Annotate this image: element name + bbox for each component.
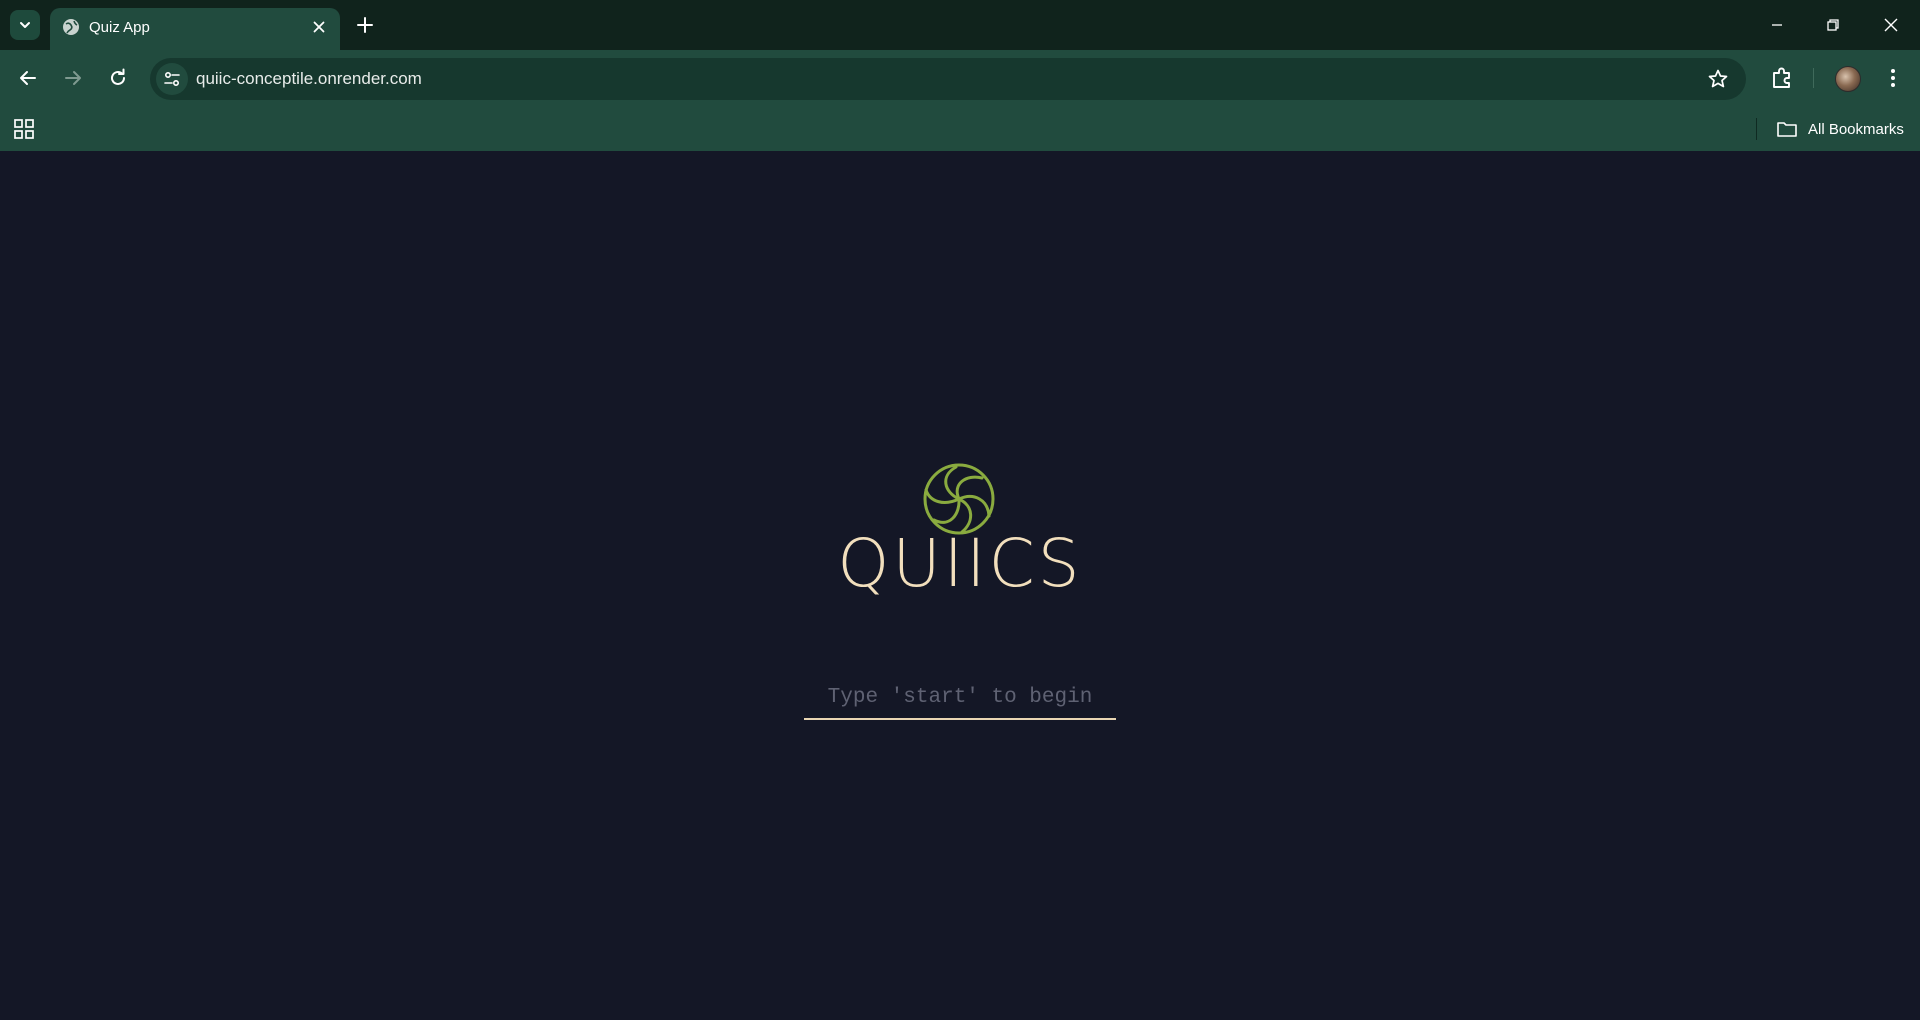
tab-search-button[interactable] xyxy=(10,10,40,40)
restore-icon[interactable] xyxy=(1820,12,1846,38)
all-bookmarks-label: All Bookmarks xyxy=(1808,120,1904,138)
apps-grid-icon[interactable] xyxy=(12,117,36,141)
chevron-down-icon xyxy=(20,22,30,28)
tab-active[interactable]: Quiz App xyxy=(50,8,340,50)
profile-avatar[interactable] xyxy=(1835,66,1861,92)
tune-icon xyxy=(164,71,180,87)
close-icon[interactable] xyxy=(310,18,328,36)
bookmark-star-icon[interactable] xyxy=(1706,67,1730,91)
minimize-icon[interactable] xyxy=(1764,12,1790,38)
quiz-app-page: QUIICS xyxy=(0,151,1920,1020)
globe-icon xyxy=(63,19,79,35)
toolbar-separator xyxy=(1813,68,1814,88)
back-arrow-icon[interactable] xyxy=(15,65,41,91)
start-command-input[interactable] xyxy=(804,676,1116,720)
reload-icon[interactable] xyxy=(105,65,131,91)
address-bar[interactable]: quiic-conceptile.onrender.com xyxy=(150,58,1746,100)
forward-arrow-icon[interactable] xyxy=(60,65,86,91)
folder-icon xyxy=(1777,122,1797,137)
toolbar: quiic-conceptile.onrender.com xyxy=(0,50,1920,107)
bookmarks-bar: All Bookmarks xyxy=(0,107,1920,151)
more-menu-icon[interactable] xyxy=(1883,65,1903,91)
url-text[interactable]: quiic-conceptile.onrender.com xyxy=(196,69,422,89)
extensions-puzzle-icon[interactable] xyxy=(1768,64,1796,92)
tab-title: Quiz App xyxy=(89,19,150,36)
browser-chrome: Quiz App quiic-conceptile.onrender.com A… xyxy=(0,0,1920,151)
window-close-icon[interactable] xyxy=(1878,12,1904,38)
tab-strip: Quiz App xyxy=(0,0,1920,50)
new-tab-plus-icon[interactable] xyxy=(353,13,377,37)
all-bookmarks-button[interactable]: All Bookmarks xyxy=(1776,116,1904,142)
brand-title: QUIICS xyxy=(837,525,1083,602)
site-info-button[interactable] xyxy=(156,63,188,95)
bookmarks-separator xyxy=(1756,118,1757,140)
